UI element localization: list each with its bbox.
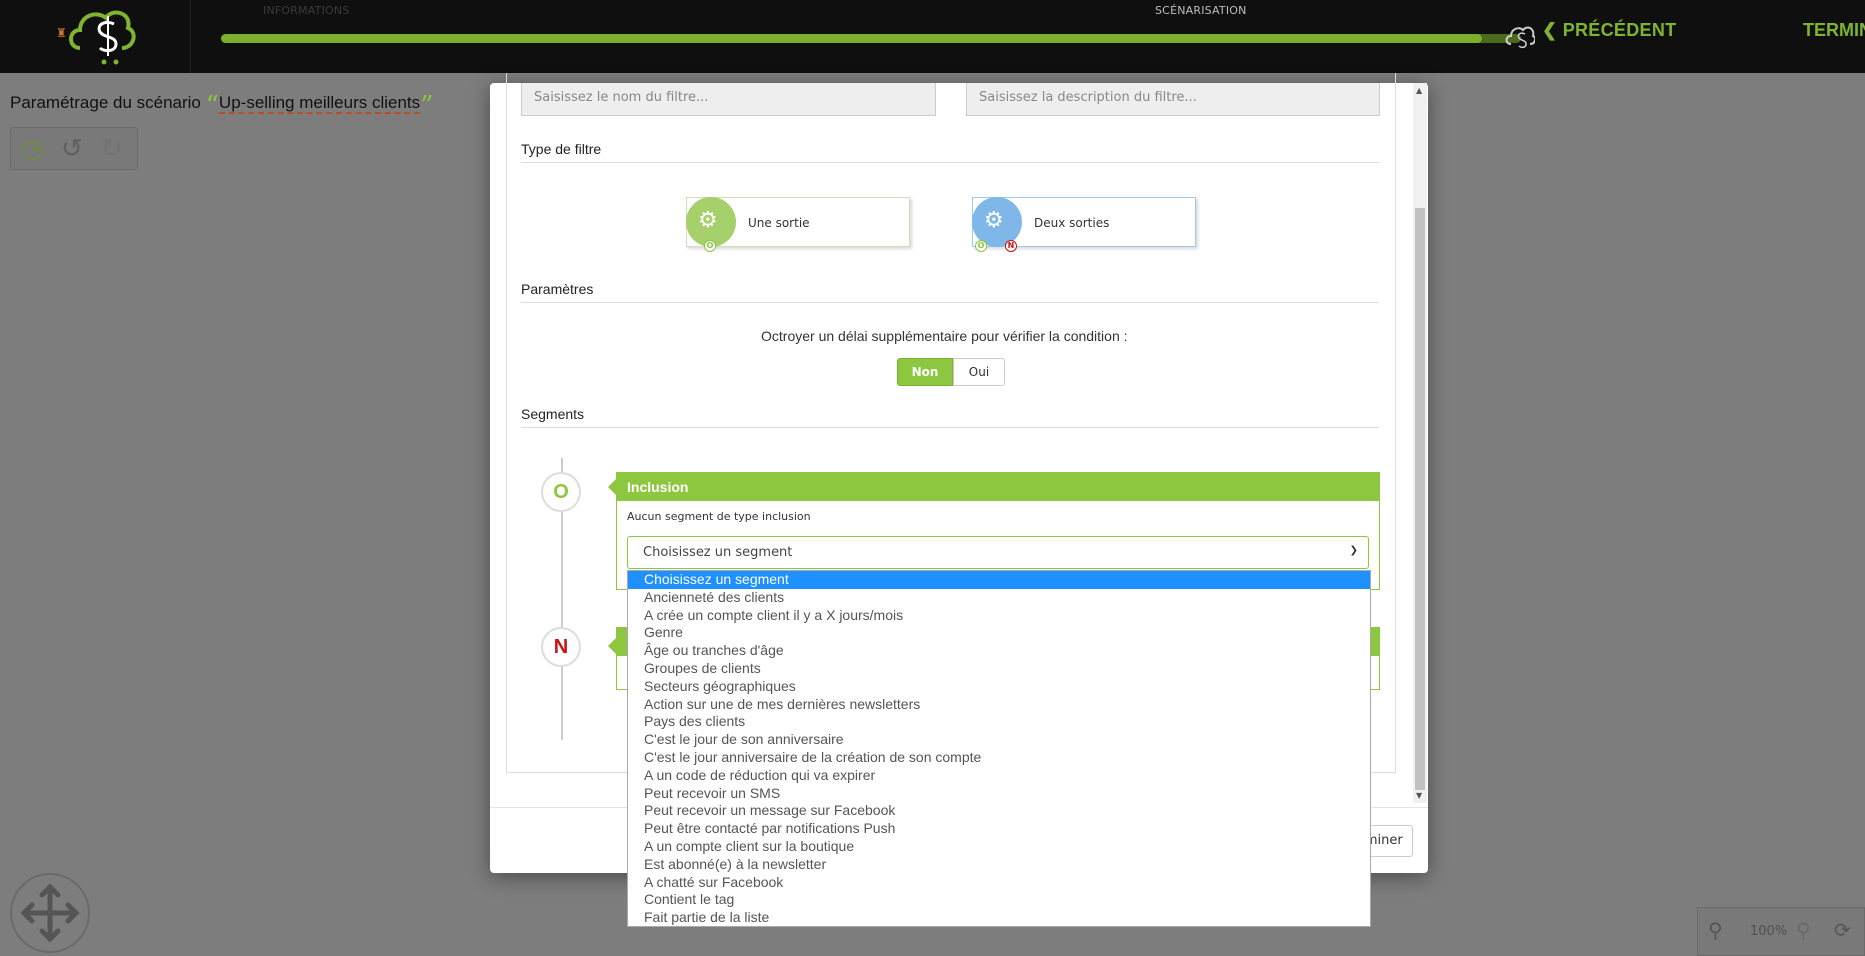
undo-icon[interactable]: ↺ — [61, 134, 83, 164]
segment-option[interactable]: Peut être contacté par notifications Pus… — [628, 820, 1370, 838]
segment-option[interactable]: A un compte client sur la boutique — [628, 838, 1370, 856]
exclusion-node: N — [541, 627, 581, 667]
open-quote: “ — [205, 91, 219, 121]
segment-option[interactable]: Fait partie de la liste — [628, 909, 1370, 927]
delay-yes-toggle[interactable]: Oui — [953, 358, 1005, 386]
filter-type-label: Une sortie — [748, 216, 810, 230]
segment-option[interactable]: Action sur une de mes dernières newslett… — [628, 696, 1370, 714]
segment-select[interactable]: Choisissez un segment ❯ — [627, 536, 1369, 569]
filter-type-heading: Type de filtre — [521, 141, 602, 157]
filter-type-one-output[interactable]: ⚙ Une sortie O — [686, 197, 910, 252]
step-informations[interactable]: INFORMATIONS — [263, 4, 350, 17]
app-logo-area: ♜ — [0, 0, 191, 73]
chevron-left-icon: ❮ — [1542, 20, 1558, 40]
inclusion-title: Inclusion — [617, 473, 1379, 501]
previous-label: PRÉCÉDENT — [1562, 20, 1677, 40]
scrollbar-thumb[interactable] — [1415, 208, 1425, 790]
segment-option[interactable]: Peut recevoir un SMS — [628, 785, 1370, 803]
filter-type-label: Deux sorties — [1034, 216, 1110, 230]
segment-dropdown-list[interactable]: Choisissez un segment Ancienneté des clie… — [627, 570, 1371, 927]
segment-option[interactable]: C'est le jour de son anniversaire — [628, 731, 1370, 749]
zoom-level: 100% — [1750, 924, 1788, 939]
inclusion-node: O — [541, 472, 581, 512]
modal-scrollbar[interactable]: ▲ ▼ — [1413, 83, 1427, 803]
chevron-down-icon: ❯ — [1349, 545, 1358, 556]
divider — [521, 427, 1379, 428]
zoom-out-icon[interactable]: ⚲ — [1708, 918, 1723, 942]
output-n-dot: N — [1005, 240, 1017, 252]
segment-option[interactable]: Peut recevoir un message sur Facebook — [628, 802, 1370, 820]
history-toolbar: ◷ ↺ ↻ — [10, 127, 138, 170]
divider — [521, 302, 1379, 303]
divider — [521, 162, 1379, 163]
segment-option[interactable]: Pays des clients — [628, 713, 1370, 731]
segment-option[interactable]: Choisissez un segment — [628, 571, 1370, 589]
delay-question: Octroyer un délai supplémentaire pour vé… — [761, 328, 1128, 344]
pan-control[interactable] — [10, 873, 90, 953]
top-navigation-bar: ♜ INFORMATIONS SCÉNARISATION ❮ PRÉCÉDENT… — [0, 0, 1865, 73]
gears-icon: ⚙ — [984, 208, 1004, 233]
zoom-in-icon[interactable]: ⚲ — [1796, 918, 1811, 942]
segment-option[interactable]: A crée un compte client il y a X jours/m… — [628, 607, 1370, 625]
segment-option[interactable]: Secteurs géographiques — [628, 678, 1370, 696]
step-scenarisation[interactable]: SCÉNARISATION — [1155, 4, 1247, 17]
inclusion-empty-message: Aucun segment de type inclusion — [627, 510, 811, 523]
segment-option[interactable]: Groupes de clients — [628, 660, 1370, 678]
previous-button[interactable]: ❮ PRÉCÉDENT — [1542, 20, 1676, 41]
segment-option[interactable]: A chatté sur Facebook — [628, 874, 1370, 892]
zoom-controls: ⚲ 100% ⚲ ⟳ — [1697, 907, 1865, 956]
refresh-icon[interactable]: ⟳ — [1834, 918, 1851, 942]
segment-option[interactable]: C'est le jour anniversaire de la créatio… — [628, 749, 1370, 767]
segment-select-value: Choisissez un segment — [643, 545, 793, 560]
delay-no-toggle[interactable]: Non — [897, 358, 953, 386]
parameters-heading: Paramètres — [521, 281, 594, 297]
app-logo-icon[interactable] — [66, 4, 136, 66]
redo-icon[interactable]: ↻ — [101, 134, 123, 164]
segment-option[interactable]: A un code de réduction qui va expirer — [628, 767, 1370, 785]
finish-wizard-button[interactable]: TERMIN — [1803, 20, 1865, 41]
close-quote: ” — [420, 91, 434, 121]
segment-option[interactable]: Âge ou tranches d'âge — [628, 642, 1370, 660]
segment-option[interactable]: Genre — [628, 624, 1370, 642]
scroll-down-icon[interactable]: ▼ — [1416, 791, 1422, 800]
segment-option[interactable]: Est abonné(e) à la newsletter — [628, 856, 1370, 874]
segment-option[interactable]: Ancienneté des clients — [628, 589, 1370, 607]
output-o-dot: O — [704, 240, 716, 252]
filter-type-two-outputs[interactable]: ⚙ Deux sorties O N — [972, 197, 1196, 252]
wizard-progress-bar — [221, 34, 1521, 43]
filter-description-input[interactable]: Saisissez la description du filtre... — [966, 83, 1380, 116]
move-arrows-icon — [20, 883, 80, 943]
segments-heading: Segments — [521, 406, 585, 422]
page-title-prefix: Paramétrage du scénario — [10, 93, 201, 112]
output-o-dot: O — [975, 240, 987, 252]
progress-marker-icon — [1505, 26, 1535, 49]
filter-name-input[interactable]: Saisissez le nom du filtre... — [521, 83, 936, 116]
segment-option[interactable]: Contient le tag — [628, 891, 1370, 909]
wizard-progress-fill — [221, 34, 1482, 43]
scroll-up-icon[interactable]: ▲ — [1416, 86, 1422, 95]
scenario-name[interactable]: Up-selling meilleurs clients — [218, 93, 421, 114]
gears-icon: ⚙ — [698, 208, 718, 233]
page-title: Paramétrage du scénario “Up-selling meil… — [10, 85, 433, 121]
history-clock-icon[interactable]: ◷ — [21, 134, 44, 164]
